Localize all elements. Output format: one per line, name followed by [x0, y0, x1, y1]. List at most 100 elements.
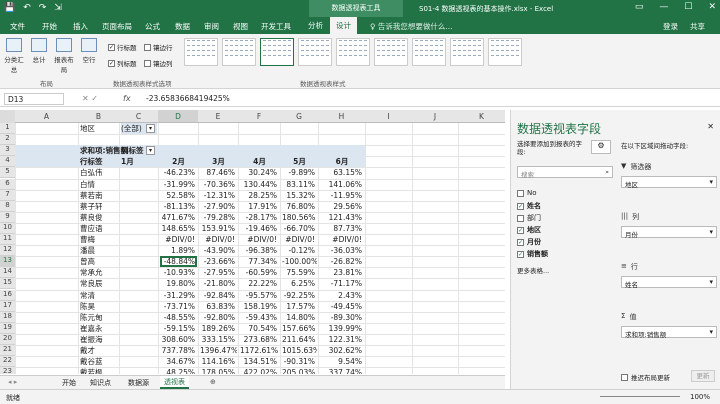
value-cell[interactable]: 87.46%	[200, 167, 237, 178]
minimize-icon[interactable]: —	[659, 2, 668, 12]
banded-columns-checkbox[interactable]: 镶边列	[144, 58, 173, 68]
row-header[interactable]: 17	[0, 300, 15, 312]
tab-developer[interactable]: 开发工具	[261, 21, 291, 32]
value-cell[interactable]: 1396.47%	[200, 345, 237, 356]
tab-page-layout[interactable]: 页面布局	[102, 21, 132, 32]
row-header[interactable]: 9	[0, 211, 15, 223]
value-cell[interactable]: 87.73%	[320, 223, 364, 234]
tab-file[interactable]: 文件	[10, 21, 25, 32]
value-cell[interactable]: 29.56%	[320, 201, 364, 212]
report-layout-button[interactable]: 报表布局	[53, 38, 75, 74]
value-cell[interactable]: 70.54%	[240, 323, 279, 334]
value-cell[interactable]: -48.55%	[160, 312, 197, 323]
filter-field-label[interactable]: 地区	[80, 123, 118, 134]
value-cell[interactable]: 6.25%	[282, 278, 317, 289]
value-cell[interactable]: 302.62%	[320, 345, 364, 356]
value-cell[interactable]: -31.29%	[160, 290, 197, 301]
column-header[interactable]: I	[365, 112, 412, 121]
column-header[interactable]: C	[119, 112, 158, 121]
value-cell[interactable]: 205.03%	[282, 367, 317, 374]
value-cell[interactable]	[121, 290, 157, 301]
value-cell[interactable]: 30.24%	[240, 167, 279, 178]
value-cell[interactable]	[121, 223, 157, 234]
value-cell[interactable]: 2.43%	[320, 290, 364, 301]
value-cell[interactable]: 337.74%	[320, 367, 364, 374]
value-cell[interactable]: 77.34%	[240, 256, 279, 267]
value-cell[interactable]: 178.05%	[200, 367, 237, 374]
row-label-cell[interactable]: 蔡良俊	[80, 212, 118, 223]
update-button[interactable]: 更新	[691, 370, 715, 382]
column-header[interactable]: A	[15, 112, 78, 121]
value-cell[interactable]: -92.80%	[200, 312, 237, 323]
more-tables-link[interactable]: 更多表格...	[517, 265, 549, 275]
fx-icon[interactable]: fx	[123, 94, 131, 103]
value-cell[interactable]: 122.31%	[320, 334, 364, 345]
value-cell[interactable]: -59.15%	[160, 323, 197, 334]
value-cell[interactable]: -60.59%	[240, 267, 279, 278]
tab-insert[interactable]: 插入	[73, 21, 88, 32]
value-cell[interactable]: 23.81%	[320, 267, 364, 278]
value-cell[interactable]: 76.80%	[282, 201, 317, 212]
values-area-item[interactable]: 求和项:销售额	[621, 326, 717, 339]
month-header[interactable]: 3月	[200, 156, 237, 167]
row-label-cell[interactable]: 潘晨	[80, 245, 118, 256]
row-label-cell[interactable]: 白情	[80, 179, 118, 190]
select-all-corner[interactable]	[0, 110, 15, 123]
value-cell[interactable]: -36.03%	[320, 245, 364, 256]
month-header[interactable]: 6月	[320, 156, 364, 167]
value-cell[interactable]: -26.82%	[320, 256, 364, 267]
value-cell[interactable]: -95.57%	[240, 290, 279, 301]
value-cell[interactable]: 148.65%	[160, 223, 197, 234]
value-cell[interactable]: -92.25%	[282, 290, 317, 301]
value-cell[interactable]	[121, 278, 157, 289]
tab-analyze[interactable]: 分析	[302, 17, 329, 34]
row-label-cell[interactable]: 白弘伟	[80, 167, 118, 178]
value-cell[interactable]: -79.28%	[200, 212, 237, 223]
value-cell[interactable]: 63.15%	[320, 167, 364, 178]
value-cell[interactable]: -71.17%	[320, 278, 364, 289]
value-cell[interactable]	[121, 301, 157, 312]
row-header[interactable]: 4	[0, 156, 15, 168]
tab-design[interactable]: 设计	[330, 17, 357, 34]
row-label-cell[interactable]: 曹应语	[80, 223, 118, 234]
value-cell[interactable]: -27.95%	[200, 267, 237, 278]
tab-review[interactable]: 审阅	[204, 21, 219, 32]
value-cell[interactable]	[121, 212, 157, 223]
value-cell[interactable]	[121, 367, 157, 374]
row-label-cell[interactable]: 曾高	[80, 256, 118, 267]
value-cell[interactable]: -59.43%	[240, 312, 279, 323]
value-cell[interactable]: 422.02%	[240, 367, 279, 374]
blank-rows-button[interactable]: 空行	[78, 38, 100, 64]
value-cell[interactable]: #DIV/0!	[160, 234, 197, 245]
value-cell[interactable]: 1172.61%	[240, 345, 279, 356]
row-headers-checkbox[interactable]: ✓ 行标题	[108, 42, 137, 52]
value-cell[interactable]: 63.83%	[200, 301, 237, 312]
row-label-cell[interactable]: 陈昊	[80, 301, 118, 312]
value-cell[interactable]: 153.91%	[200, 223, 237, 234]
sheet-tab-knowledge[interactable]: 知识点	[86, 378, 115, 388]
row-label-cell[interactable]: 曹梅	[80, 234, 118, 245]
value-cell[interactable]: -28.17%	[240, 212, 279, 223]
sheet-tab-datasource[interactable]: 数据源	[124, 378, 153, 388]
row-header[interactable]: 13	[0, 256, 15, 268]
row-header[interactable]: 21	[0, 345, 15, 357]
value-cell[interactable]: -43.90%	[200, 245, 237, 256]
tab-formulas[interactable]: 公式	[145, 21, 160, 32]
tell-me-search[interactable]: ♀ 告诉我您想要做什么...	[370, 21, 453, 32]
value-cell[interactable]: #DIV/0!	[320, 234, 364, 245]
value-cell[interactable]: -96.38%	[240, 245, 279, 256]
panel-settings-button[interactable]: ⚙	[591, 140, 611, 154]
value-cell[interactable]: 1015.63%	[282, 345, 317, 356]
pivot-style-1[interactable]	[184, 38, 218, 66]
formula-input[interactable]: -23.6583668419425%	[146, 94, 230, 103]
value-cell[interactable]: 157.66%	[282, 323, 317, 334]
month-header[interactable]: 4月	[240, 156, 279, 167]
value-cell[interactable]: 1.89%	[160, 245, 197, 256]
value-cell[interactable]: -9.89%	[282, 167, 317, 178]
row-label-cell[interactable]: 常良辰	[80, 278, 118, 289]
row-header[interactable]: 19	[0, 322, 15, 334]
columns-area-item[interactable]: 月份	[621, 226, 717, 239]
value-cell[interactable]: 83.11%	[282, 179, 317, 190]
column-header[interactable]: G	[280, 112, 318, 121]
value-cell[interactable]	[121, 179, 157, 190]
